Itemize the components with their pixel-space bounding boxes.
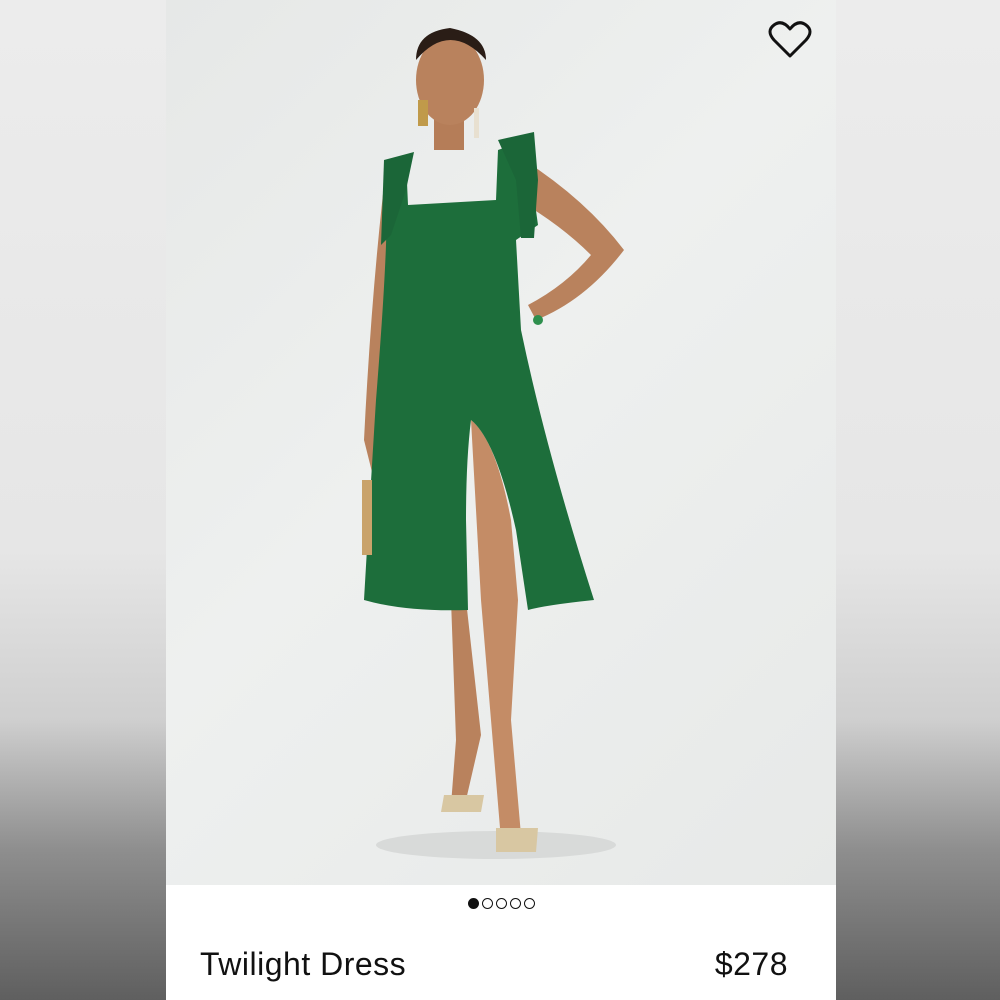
product-card: Twilight Dress $278 (166, 0, 836, 1000)
product-title: Twilight Dress (200, 945, 407, 982)
background-blur-right (836, 0, 1000, 1000)
carousel-dot[interactable] (523, 898, 535, 909)
product-info: Twilight Dress $278 (200, 940, 788, 988)
carousel-dot[interactable] (481, 898, 493, 909)
carousel-dot[interactable] (509, 898, 521, 909)
model-illustration (362, 28, 624, 859)
background-blur-left (0, 0, 166, 1000)
product-image[interactable] (166, 0, 836, 885)
carousel-dot[interactable] (467, 898, 479, 909)
product-price: $278 (714, 945, 788, 982)
carousel-dot[interactable] (495, 898, 507, 909)
carousel-indicators (166, 898, 836, 914)
favorite-heart-icon[interactable] (768, 20, 812, 60)
